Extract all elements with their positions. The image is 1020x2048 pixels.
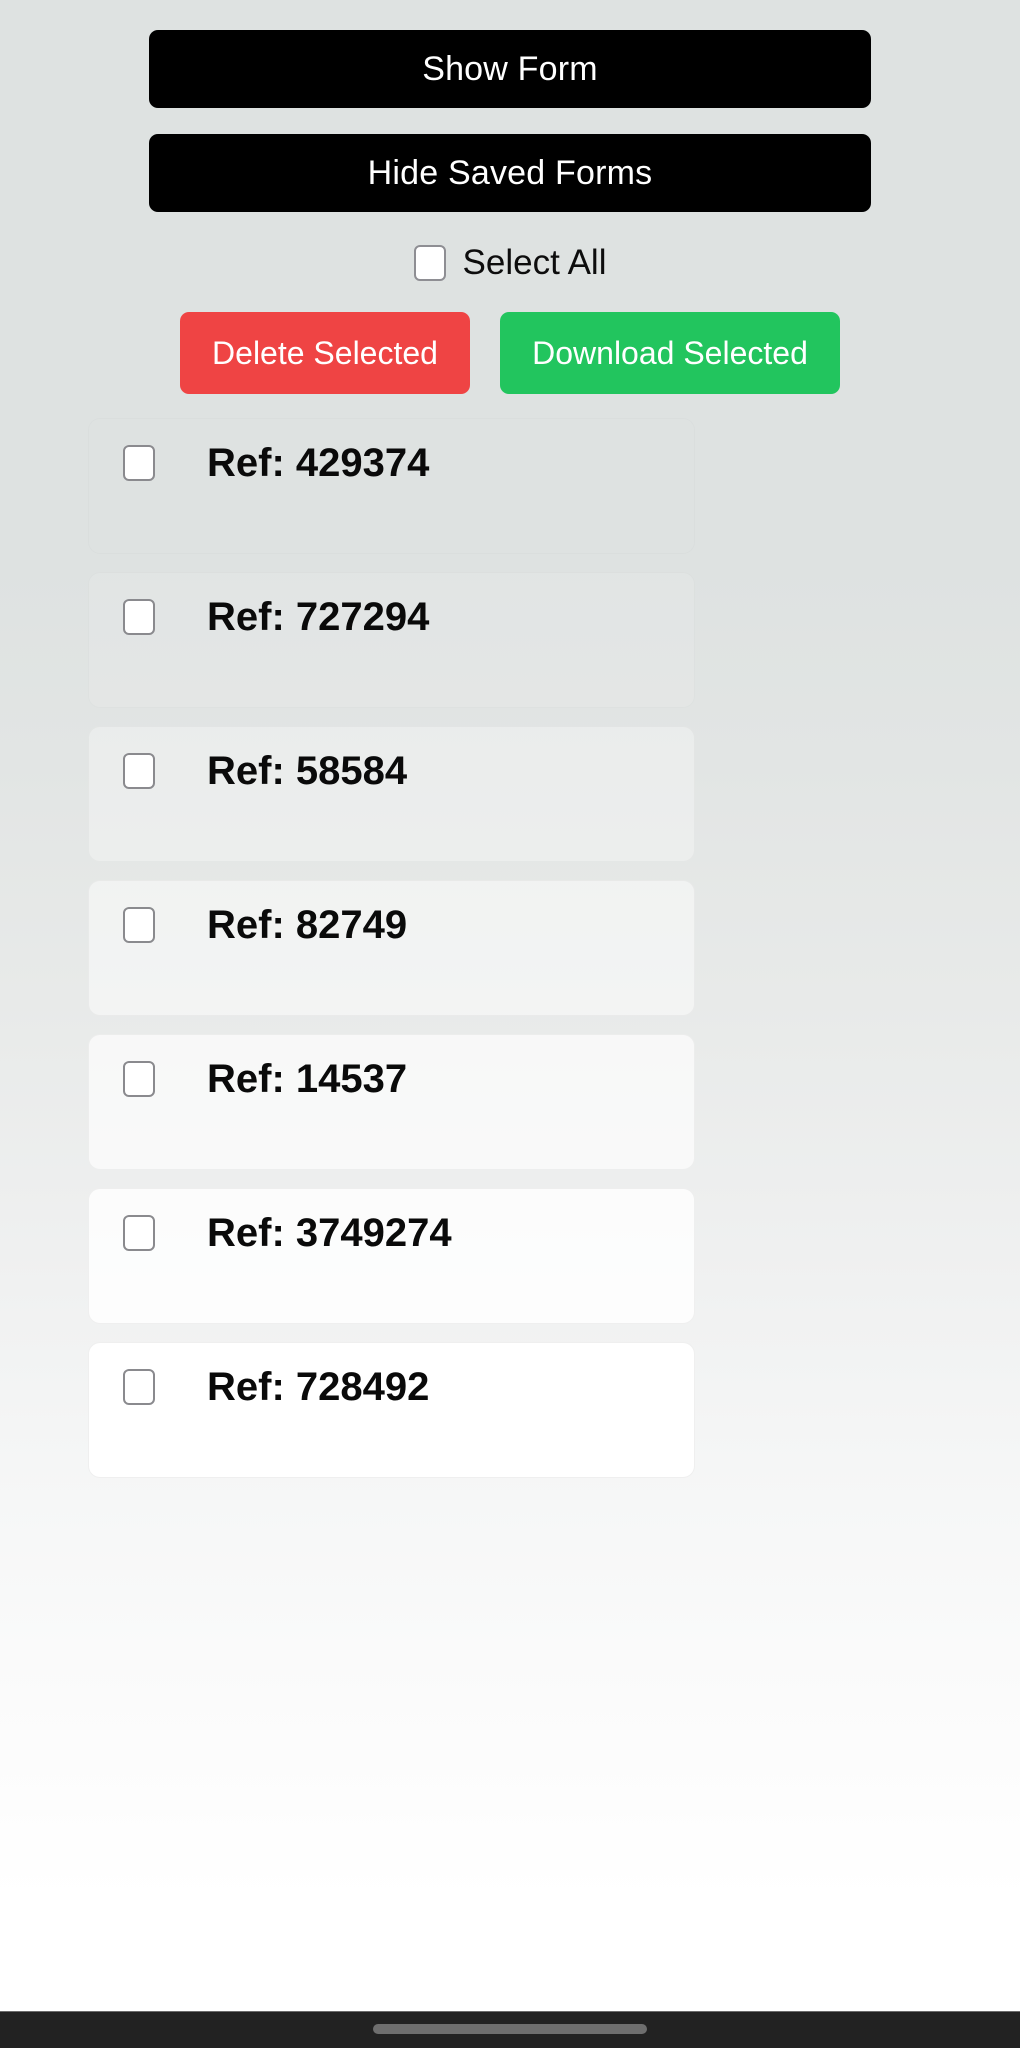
- saved-form-checkbox[interactable]: [123, 753, 155, 789]
- home-indicator[interactable]: [373, 2024, 647, 2034]
- saved-form-card[interactable]: Ref: 82749: [88, 880, 695, 1016]
- saved-form-checkbox[interactable]: [123, 445, 155, 481]
- saved-form-card[interactable]: Ref: 728492: [88, 1342, 695, 1478]
- show-form-button[interactable]: Show Form: [149, 30, 871, 108]
- delete-selected-button[interactable]: Delete Selected: [180, 312, 470, 394]
- saved-form-ref-label: Ref: 727294: [207, 595, 430, 639]
- download-selected-button[interactable]: Download Selected: [500, 312, 840, 394]
- saved-form-checkbox[interactable]: [123, 1061, 155, 1097]
- bulk-actions-row: Delete Selected Download Selected: [0, 312, 1020, 394]
- saved-form-ref-label: Ref: 728492: [207, 1365, 430, 1409]
- saved-form-card[interactable]: Ref: 3749274: [88, 1188, 695, 1324]
- app-root: Show Form Hide Saved Forms Select All De…: [0, 0, 1020, 2048]
- saved-forms-list: Ref: 429374 Ref: 727294 Ref: 58584 Ref: 827…: [0, 418, 1020, 1478]
- saved-form-ref-label: Ref: 429374: [207, 441, 430, 485]
- system-navigation-bar: [0, 2011, 1020, 2048]
- saved-form-checkbox[interactable]: [123, 1369, 155, 1405]
- saved-form-card[interactable]: Ref: 429374: [88, 418, 695, 554]
- saved-form-card[interactable]: Ref: 58584: [88, 726, 695, 862]
- saved-form-ref-label: Ref: 58584: [207, 749, 408, 793]
- select-all-label: Select All: [462, 243, 607, 282]
- select-all-checkbox[interactable]: [413, 245, 446, 281]
- saved-form-card[interactable]: Ref: 727294: [88, 572, 695, 708]
- saved-form-checkbox[interactable]: [123, 907, 155, 943]
- saved-form-ref-label: Ref: 3749274: [207, 1211, 452, 1255]
- saved-form-checkbox[interactable]: [123, 599, 155, 635]
- select-all-row: Select All: [0, 238, 1020, 288]
- top-button-group: Show Form Hide Saved Forms: [0, 0, 1020, 212]
- saved-form-card[interactable]: Ref: 14537: [88, 1034, 695, 1170]
- saved-form-ref-label: Ref: 82749: [207, 903, 408, 947]
- hide-saved-forms-button[interactable]: Hide Saved Forms: [149, 134, 871, 212]
- saved-form-checkbox[interactable]: [123, 1215, 155, 1251]
- saved-form-ref-label: Ref: 14537: [207, 1057, 408, 1101]
